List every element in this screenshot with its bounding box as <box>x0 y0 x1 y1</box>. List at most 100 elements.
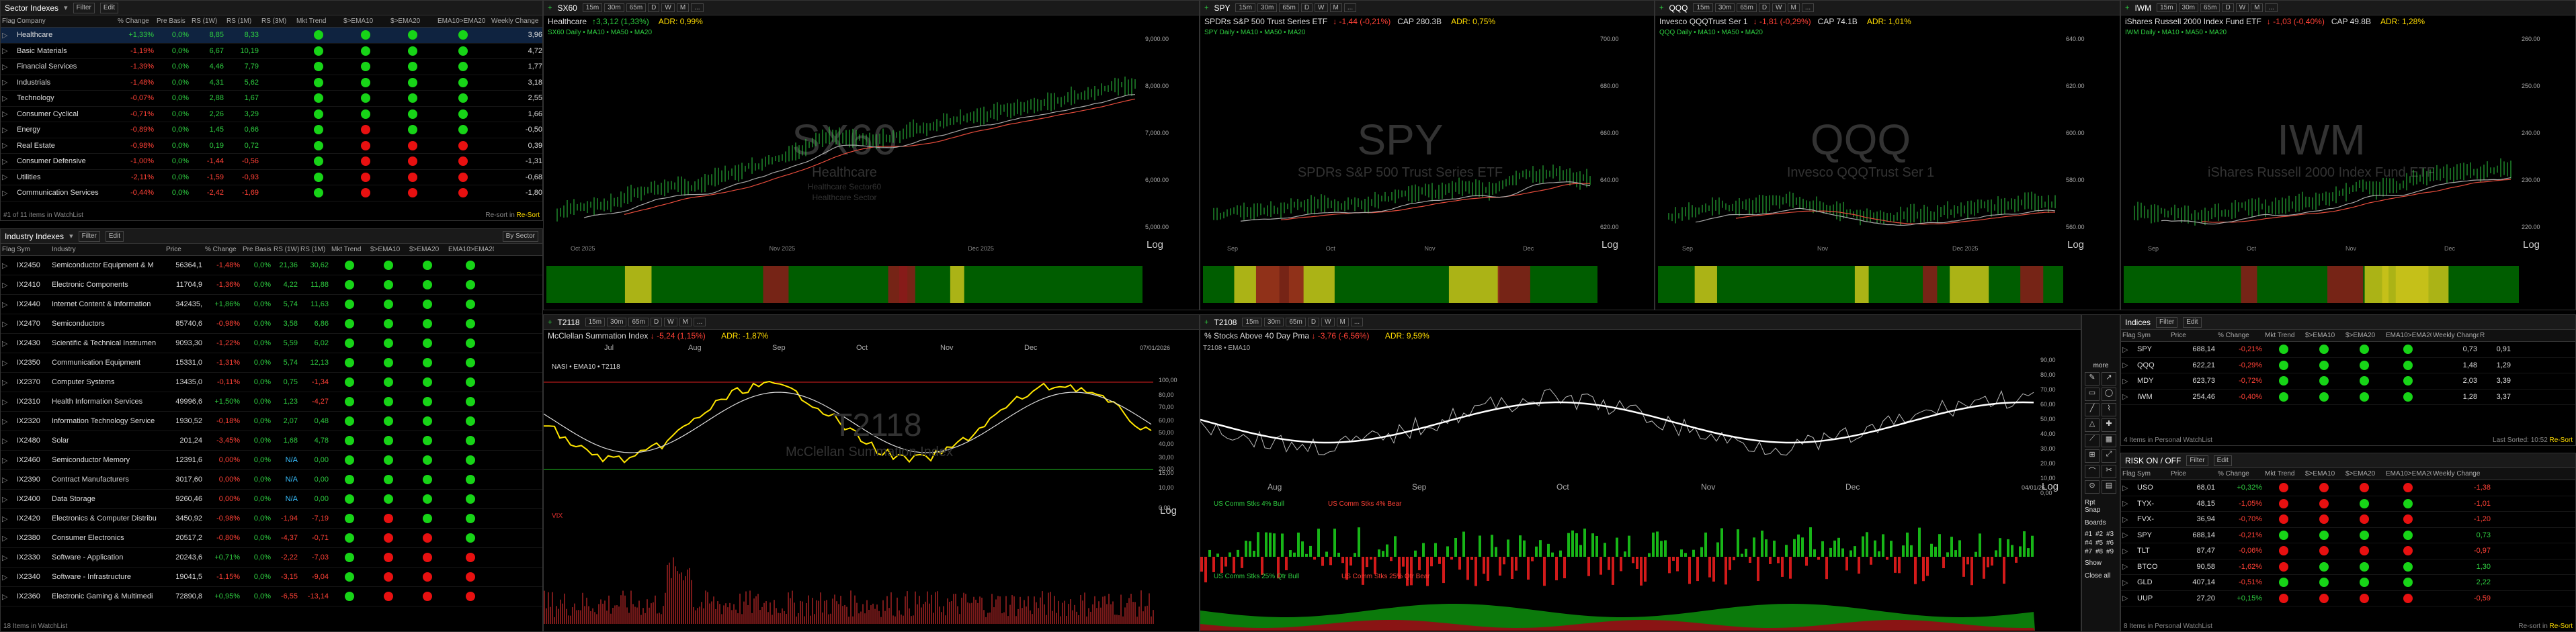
table-row[interactable]: ▷ SPY 688,14 -0,21% 0,73 <box>2121 528 2575 543</box>
flag-icon[interactable]: ▷ <box>1 261 15 270</box>
column-header[interactable]: Weekly Change <box>490 17 542 25</box>
flag-icon[interactable]: ▷ <box>2121 499 2136 508</box>
table-row[interactable]: ▷ IX2410 Electronic Components 11704,9 -1,36… <box>1 275 542 295</box>
column-header[interactable]: % Change <box>116 17 155 25</box>
table-row[interactable]: ▷ GLD 407,14 -0,51% 2,22 <box>2121 575 2575 591</box>
column-header[interactable]: Pre Basis <box>155 17 190 25</box>
table-row[interactable]: ▷ SPY 688,14 -0,21% 0,73 0,91 <box>2121 342 2575 358</box>
column-header[interactable]: % Change <box>2216 470 2263 478</box>
column-header[interactable]: Sym <box>2136 470 2169 478</box>
table-row[interactable]: ▷ FVX- 36,94 -0,70% -1,20 <box>2121 512 2575 528</box>
column-header[interactable]: Pre Basis <box>241 246 272 253</box>
flag-icon[interactable]: ▷ <box>2121 377 2136 386</box>
industry-edit-button[interactable]: Edit <box>105 230 124 242</box>
log-scale-toggle[interactable]: Log <box>2042 481 2059 492</box>
industry-title[interactable]: Industry Indexes <box>5 232 64 241</box>
risk-edit-button[interactable]: Edit <box>2213 455 2232 466</box>
table-row[interactable]: ▷ IX2340 Software - Infrastructure 19041,5 -… <box>1 568 542 587</box>
flag-icon[interactable]: ▷ <box>1 62 15 71</box>
column-header[interactable]: $>EMA10 <box>2304 470 2344 478</box>
drawing-tool-icon[interactable]: △ <box>2085 418 2100 432</box>
flag-icon[interactable]: ▷ <box>2121 531 2136 539</box>
flag-icon[interactable]: ▷ <box>1 157 15 166</box>
table-row[interactable]: ▷ Real Estate -0,98% 0,0% 0,19 0,72 0,39 <box>1 138 542 154</box>
flag-icon[interactable]: ▷ <box>2121 392 2136 401</box>
flag-icon[interactable]: ▷ <box>1 592 15 601</box>
flag-icon[interactable]: ▷ <box>1 339 15 348</box>
table-row[interactable]: ▷ IX2380 Consumer Electronics 20517,2 -0,80%… <box>1 529 542 548</box>
table-row[interactable]: ▷ Healthcare +1,33% 0,0% 8,85 8,33 3,96 <box>1 28 542 44</box>
table-row[interactable]: ▷ Energy -0,89% 0,0% 1,45 0,66 -0,50 <box>1 122 542 138</box>
column-header[interactable]: RS (3M) <box>260 17 295 25</box>
column-header[interactable]: Mkt Trend <box>2263 332 2304 339</box>
price-chart[interactable]: 640.00 620.00 600.00 580.00 560.00 Sep Nov Dec … <box>1655 1 2120 310</box>
flag-icon[interactable]: ▷ <box>1 437 15 445</box>
drawing-tool-icon[interactable]: ✚ <box>2102 418 2116 432</box>
drawing-tool-icon[interactable]: ⟋ <box>2085 434 2100 447</box>
board-number-button[interactable]: #4 <box>2085 539 2094 547</box>
flag-icon[interactable]: ▷ <box>1 109 15 118</box>
table-row[interactable]: ▷ IX2370 Computer Systems 13435,0 -0,11% 0,0%… <box>1 373 542 392</box>
timeframe-button[interactable]: W <box>1321 317 1335 326</box>
timeframe-button[interactable]: 15m <box>585 317 606 326</box>
column-header[interactable]: Mkt Trend <box>330 246 369 253</box>
flag-icon[interactable]: ▷ <box>1 300 15 309</box>
chevron-down-icon[interactable]: ▾ <box>64 3 68 12</box>
column-header[interactable]: EMA10>EMA20 <box>436 17 490 25</box>
board-number-button[interactable]: #9 <box>2106 548 2116 555</box>
column-header[interactable]: Sym <box>15 246 50 253</box>
flag-icon[interactable]: ▷ <box>1 141 15 150</box>
flag-icon[interactable]: ▷ <box>1 456 15 465</box>
column-header[interactable]: Industry <box>50 246 165 253</box>
drawing-tool-icon[interactable]: ✎ <box>2085 372 2100 386</box>
column-header[interactable]: Flag <box>1 246 15 253</box>
indices-title[interactable]: Indices <box>2125 318 2151 327</box>
plus-icon[interactable]: + <box>548 318 552 326</box>
table-row[interactable]: ▷ IX2430 Scientific & Technical Instrumen 9… <box>1 334 542 353</box>
flag-icon[interactable]: ▷ <box>2121 515 2136 524</box>
timeframe-button[interactable]: 15m <box>1242 317 1262 326</box>
timeframe-button[interactable]: ... <box>693 317 706 326</box>
flag-icon[interactable]: ▷ <box>1 378 15 387</box>
table-row[interactable]: ▷ Consumer Defensive -1,00% 0,0% -1,44 -0,56 -… <box>1 154 542 170</box>
column-header[interactable]: $>EMA20 <box>2344 470 2384 478</box>
log-scale-toggle[interactable]: Log <box>1160 505 1177 516</box>
column-header[interactable]: $>EMA20 <box>2344 332 2384 339</box>
table-row[interactable]: ▷ IX2310 Health Information Services 49996,… <box>1 392 542 412</box>
flag-icon[interactable]: ▷ <box>1 553 15 562</box>
show-link[interactable]: Show <box>2082 557 2120 570</box>
sector-resort-link[interactable]: Re-Sort <box>517 212 540 219</box>
column-header[interactable]: RS (1M) <box>225 17 260 25</box>
drawing-tool-icon[interactable]: ✂ <box>2102 465 2116 478</box>
flag-icon[interactable]: ▷ <box>1 31 15 40</box>
log-scale-toggle[interactable]: Log <box>1147 239 1163 251</box>
column-header[interactable]: Flag <box>2121 332 2136 339</box>
board-number-button[interactable]: #2 <box>2095 531 2105 538</box>
table-row[interactable]: ▷ QQQ 622,21 -0,29% 1,48 1,29 <box>2121 358 2575 373</box>
flag-icon[interactable]: ▷ <box>1 173 15 181</box>
table-row[interactable]: ▷ IX2330 Software - Application 20243,6 +0,7… <box>1 548 542 568</box>
column-header[interactable]: Price <box>2169 332 2216 339</box>
table-row[interactable]: ▷ Basic Materials -1,19% 0,0% 6,67 10,19 4,72 <box>1 44 542 59</box>
column-header[interactable]: RS (1W) <box>190 17 225 25</box>
tool-link[interactable]: Rpt <box>2085 499 2117 506</box>
flag-icon[interactable]: ▷ <box>1 514 15 523</box>
column-header[interactable]: RS (1W) <box>272 246 299 253</box>
flag-icon[interactable]: ▷ <box>1 189 15 197</box>
table-row[interactable]: ▷ IX2450 Semiconductor Equipment & M 56364,… <box>1 256 542 275</box>
board-number-button[interactable]: #5 <box>2095 539 2105 547</box>
table-row[interactable]: ▷ IX2420 Electronics & Computer Distribu 34… <box>1 509 542 529</box>
table-row[interactable]: ▷ IX2320 Information Technology Service 193… <box>1 412 542 431</box>
column-header[interactable]: $>EMA20 <box>408 246 447 253</box>
flag-icon[interactable]: ▷ <box>1 573 15 582</box>
column-header[interactable]: $>EMA10 <box>342 17 389 25</box>
flag-icon[interactable]: ▷ <box>1 94 15 103</box>
column-header[interactable]: Company <box>15 17 116 25</box>
board-number-button[interactable]: #6 <box>2106 539 2116 547</box>
table-row[interactable]: ▷ TLT 87,47 -0,06% -0,97 <box>2121 543 2575 559</box>
timeframe-button[interactable]: 65m <box>1286 317 1306 326</box>
column-header[interactable]: Price <box>2169 470 2216 478</box>
table-row[interactable]: ▷ MDY 623,73 -0,72% 2,03 3,39 <box>2121 373 2575 390</box>
timeframe-button[interactable]: D <box>1307 317 1320 326</box>
table-row[interactable]: ▷ UUP 27,20 +0,15% -0,59 <box>2121 591 2575 606</box>
